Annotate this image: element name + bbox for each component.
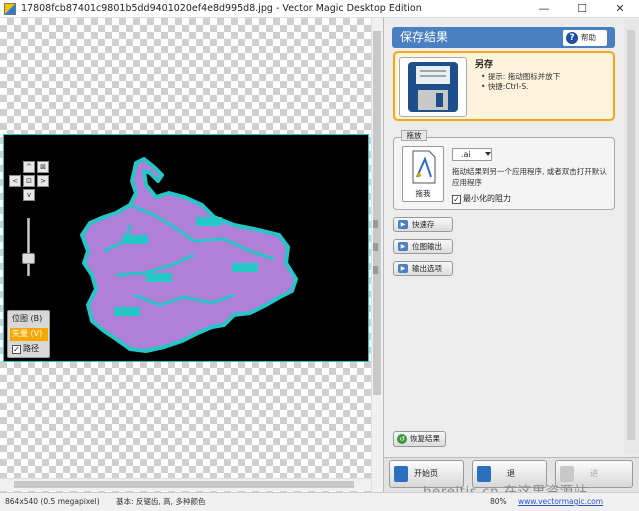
drag-icon-label: 拖我 <box>415 189 431 198</box>
label-box <box>122 235 148 244</box>
website-link[interactable]: www.vectormagic.com <box>518 493 603 511</box>
pan-down-button[interactable]: v <box>23 189 35 201</box>
floppy-disk-graphic <box>408 62 458 112</box>
collapse-handle[interactable] <box>373 266 378 274</box>
next-label: 进 <box>590 469 598 478</box>
minimize-drag-label: 最小化的阻力 <box>463 194 511 203</box>
expand-arrow-icon: ▶ <box>398 220 408 229</box>
status-bar: 864x540 (0.5 megapixel) 基本: 反锯齿, 高, 多种颜色… <box>0 492 639 511</box>
document-icon <box>412 150 436 184</box>
vector-preview <box>3 134 369 362</box>
window-title: 17808fcb87401c9801b5dd9401020ef4e8d995d8… <box>21 3 422 14</box>
edges-label: 路径 <box>23 344 39 353</box>
drag-drop-legend: 拖放 <box>401 130 427 141</box>
quick-save-button[interactable]: ▶ 快速存 <box>393 217 453 232</box>
vector-view-option[interactable]: 矢量 (V) <box>10 328 48 341</box>
save-shortcut-text: 快捷:Ctrl-S. <box>487 82 529 91</box>
zoom-slider-track[interactable] <box>27 218 30 276</box>
minimize-button[interactable]: — <box>525 0 563 18</box>
bitmap-view-option[interactable]: 位图 (B) <box>10 313 48 326</box>
pan-right-button[interactable]: > <box>37 175 49 187</box>
revert-result-button[interactable]: ↺ 恢复结果 <box>393 431 446 447</box>
collapse-handle[interactable] <box>373 220 378 228</box>
canvas-area[interactable]: ^ ⊠ < ⊡ > v 位图 (B) 矢量 (V) ✓ 路径 <box>0 18 371 492</box>
close-button[interactable]: ✕ <box>601 0 639 18</box>
image-info: 864x540 (0.5 megapixel) <box>5 497 100 506</box>
save-as-card[interactable]: 另存 • 提示: 拖动图标并放下 • 快捷:Ctrl-S. <box>393 51 615 121</box>
help-label: 帮助 <box>581 33 596 42</box>
expand-arrow-icon: ▶ <box>398 242 408 251</box>
zoom-fit-button[interactable]: ⊠ <box>37 161 49 173</box>
expand-arrow-icon: ▶ <box>398 264 408 273</box>
help-icon: ? <box>566 32 578 44</box>
title-bar: 17808fcb87401c9801b5dd9401020ef4e8d995d8… <box>0 0 639 18</box>
output-options-label: 输出选项 <box>412 264 442 273</box>
quick-save-label: 快速存 <box>412 220 435 229</box>
canvas-vertical-scroll-thumb[interactable] <box>373 31 381 395</box>
minimize-drag-checkbox[interactable]: ✓ <box>452 195 461 204</box>
collapse-handle[interactable] <box>373 243 378 251</box>
output-options-button[interactable]: ▶ 输出选项 <box>393 261 453 276</box>
save-shortcut: • 快捷:Ctrl-S. <box>481 82 529 91</box>
view-mode-panel: 位图 (B) 矢量 (V) ✓ 路径 <box>7 310 50 358</box>
floppy-disk-icon[interactable] <box>399 57 467 117</box>
label-box <box>114 307 140 316</box>
pan-left-button[interactable]: < <box>9 175 21 187</box>
panel-scroll-thumb[interactable] <box>627 30 635 440</box>
chevron-down-icon[interactable] <box>485 152 491 156</box>
revert-label: 恢复结果 <box>410 434 440 443</box>
vectorized-map <box>80 157 298 353</box>
edges-checkbox[interactable]: ✓ <box>12 345 21 354</box>
drag-description: 拖动结果到另一个应用程序, 或者双击打开默认应用程序 <box>452 167 607 187</box>
zoom-level: 80% <box>490 497 507 506</box>
bitmap-output-button[interactable]: ▶ 位图输出 <box>393 239 453 254</box>
label-box <box>146 273 172 282</box>
save-hint-text: 提示: 拖动图标并放下 <box>487 72 561 81</box>
pan-controls: ^ ⊠ < ⊡ > v <box>8 161 54 203</box>
edges-toggle[interactable]: ✓ 路径 <box>10 343 48 356</box>
drag-file-icon[interactable]: 拖我 <box>402 146 444 202</box>
home-page-label: 开始页 <box>414 469 438 478</box>
vectorize-mode: 基本: 反锯齿, 高, 多种颜色 <box>116 497 206 506</box>
minimize-drag-option[interactable]: ✓ 最小化的阻力 <box>452 193 511 204</box>
pan-up-button[interactable]: ^ <box>23 161 35 173</box>
home-arrow-icon <box>394 466 408 482</box>
canvas-horizontal-scroll-thumb[interactable] <box>14 481 354 488</box>
app-icon <box>4 2 16 15</box>
label-box <box>232 263 258 272</box>
label-box <box>196 217 222 226</box>
help-button[interactable]: ? 帮助 <box>563 30 607 46</box>
bitmap-output-label: 位图输出 <box>412 242 442 251</box>
undo-icon: ↺ <box>397 434 407 444</box>
zoom-slider-handle[interactable] <box>22 253 35 264</box>
save-as-title: 另存 <box>475 60 494 70</box>
back-label: 退 <box>507 469 515 478</box>
center-button[interactable]: ⊡ <box>23 175 35 187</box>
maximize-button[interactable]: ☐ <box>563 0 601 18</box>
